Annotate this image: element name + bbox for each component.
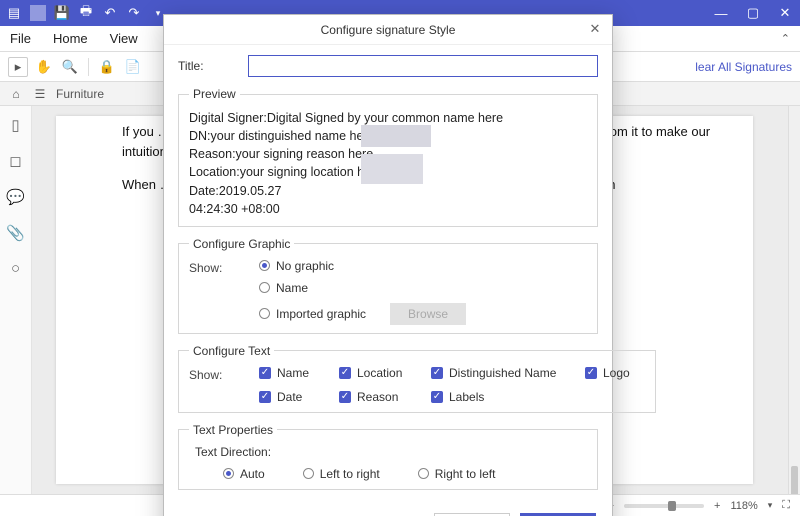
check-icon — [431, 367, 443, 379]
checkbox-label: Name — [277, 366, 309, 380]
checkbox-label: Labels — [449, 390, 484, 404]
radio-label: Imported graphic — [276, 307, 366, 321]
preview-line: Date:2019.05.27 — [189, 182, 587, 200]
radio-icon — [303, 468, 314, 479]
checkbox-date[interactable]: Date — [259, 390, 335, 404]
checkbox-location[interactable]: Location — [339, 366, 427, 380]
radio-icon — [259, 308, 270, 319]
preview-group: Preview Digital Signer:Digital Signed by… — [178, 87, 598, 227]
configure-text-group: Configure Text Show: Name Location Disti… — [178, 344, 656, 413]
preview-graphic-placeholder — [361, 125, 431, 147]
radio-auto[interactable]: Auto — [223, 467, 265, 481]
checkbox-name[interactable]: Name — [259, 366, 335, 380]
browse-button: Browse — [390, 303, 466, 325]
dialog-footer: Cancel OK — [164, 504, 612, 516]
check-icon — [339, 367, 351, 379]
radio-no-graphic[interactable]: No graphic — [259, 259, 466, 273]
text-direction-label: Text Direction: — [195, 445, 587, 459]
radio-icon — [259, 282, 270, 293]
dialog-overlay: Configure signature Style ✕ Title: Previ… — [0, 0, 800, 516]
text-properties-group: Text Properties Text Direction: Auto Lef… — [178, 423, 598, 490]
dialog-close-icon[interactable]: ✕ — [586, 21, 604, 39]
checkbox-logo[interactable]: Logo — [585, 366, 645, 380]
title-input[interactable] — [248, 55, 598, 77]
show-label: Show: — [189, 366, 245, 382]
preview-line: 04:24:30 +08:00 — [189, 200, 587, 218]
checkbox-label: Date — [277, 390, 302, 404]
radio-icon — [223, 468, 234, 479]
check-icon — [431, 391, 443, 403]
radio-label: Left to right — [320, 467, 380, 481]
preview-legend: Preview — [189, 87, 240, 101]
configure-text-legend: Configure Text — [189, 344, 274, 358]
radio-icon — [259, 260, 270, 271]
text-properties-legend: Text Properties — [189, 423, 277, 437]
checkbox-labels[interactable]: Labels — [431, 390, 581, 404]
checkbox-label: Distinguished Name — [449, 366, 556, 380]
radio-left-to-right[interactable]: Left to right — [303, 467, 380, 481]
configure-graphic-group: Configure Graphic Show: No graphic Name — [178, 237, 598, 334]
radio-label: Name — [276, 281, 308, 295]
radio-name[interactable]: Name — [259, 281, 466, 295]
check-icon — [585, 367, 597, 379]
configure-graphic-legend: Configure Graphic — [189, 237, 294, 251]
checkbox-distinguished-name[interactable]: Distinguished Name — [431, 366, 581, 380]
preview-graphic-placeholder — [361, 154, 423, 184]
preview-content: Digital Signer:Digital Signed by your co… — [189, 109, 587, 218]
dialog-titlebar: Configure signature Style ✕ — [164, 15, 612, 45]
checkbox-label: Reason — [357, 390, 398, 404]
check-icon — [339, 391, 351, 403]
title-label: Title: — [178, 59, 234, 73]
check-icon — [259, 367, 271, 379]
checkbox-label: Logo — [603, 366, 630, 380]
checkbox-label: Location — [357, 366, 402, 380]
dialog-title: Configure signature Style — [321, 23, 456, 37]
radio-label: Auto — [240, 467, 265, 481]
radio-icon — [418, 468, 429, 479]
dialog-body: Title: Preview Digital Signer:Digital Si… — [164, 45, 612, 504]
radio-label: No graphic — [276, 259, 334, 273]
check-icon — [259, 391, 271, 403]
radio-right-to-left[interactable]: Right to left — [418, 467, 496, 481]
checkbox-reason[interactable]: Reason — [339, 390, 427, 404]
configure-signature-style-dialog: Configure signature Style ✕ Title: Previ… — [163, 14, 613, 516]
show-label: Show: — [189, 259, 245, 275]
app-window: ▤ 💾 🖶 ↶ ↷ ▾ — ▢ ✕ File Home View ⌃ ▸ ✋ 🔍… — [0, 0, 800, 516]
radio-label: Right to left — [435, 467, 496, 481]
radio-imported-graphic[interactable]: Imported graphic Browse — [259, 303, 466, 325]
